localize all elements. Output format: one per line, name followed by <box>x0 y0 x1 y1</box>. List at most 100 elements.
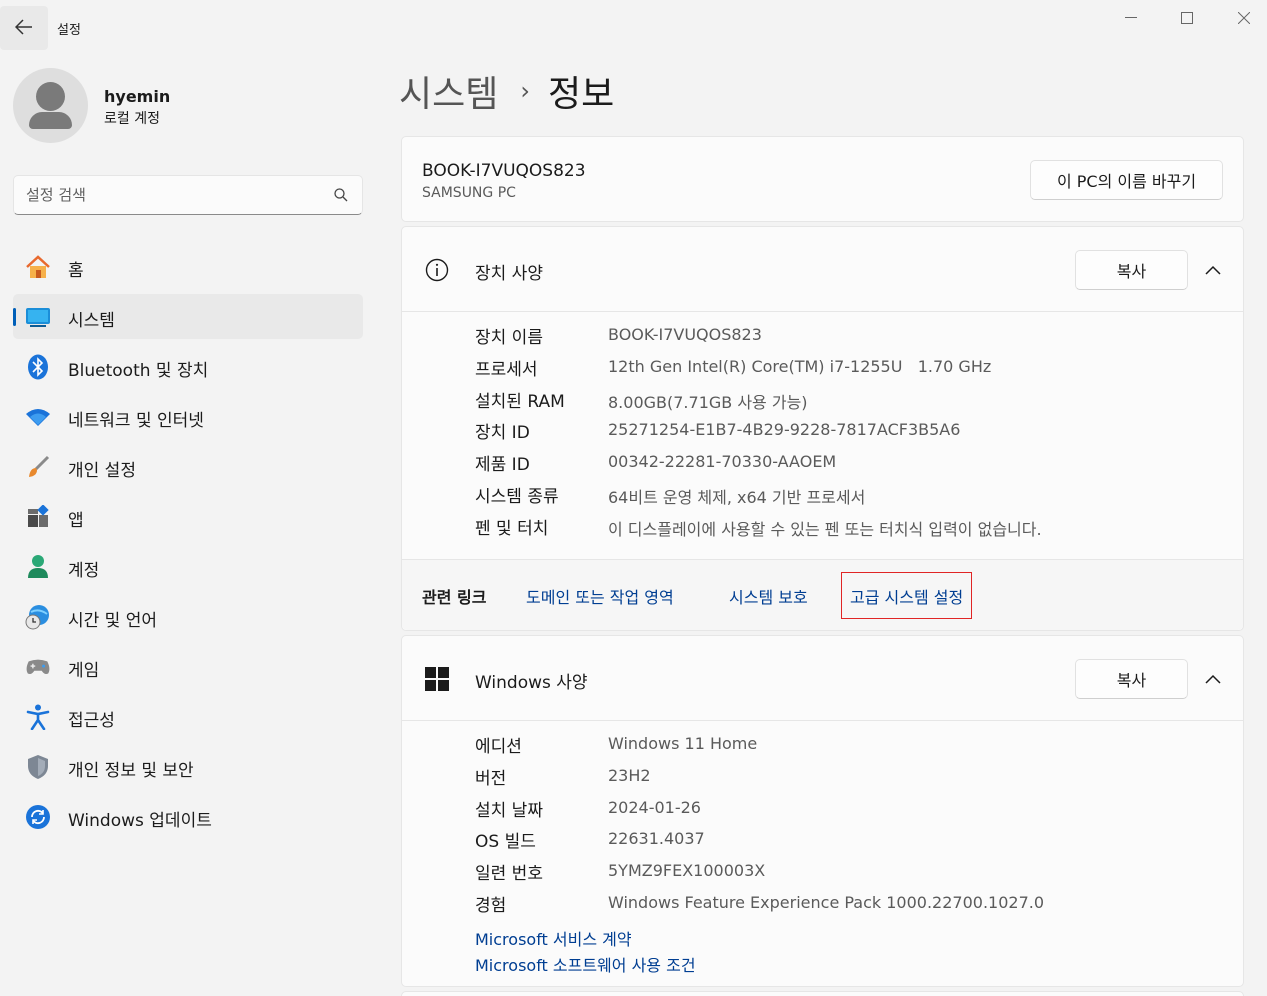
spec-row: 설치 날짜 2024-01-26 <box>475 796 1235 828</box>
spec-label: 시스템 종류 <box>475 486 559 507</box>
sidebar-item-label: Windows 업데이트 <box>68 811 212 831</box>
bluetooth-icon <box>25 354 51 380</box>
spec-row: 설치된 RAM 8.00GB(7.71GB 사용 가능) <box>475 387 1235 419</box>
minimize-button[interactable] <box>1108 6 1154 30</box>
app-title: 설정 <box>57 23 81 38</box>
spec-label: 장치 이름 <box>475 328 543 348</box>
maximize-button[interactable] <box>1164 6 1210 30</box>
globe-clock-icon <box>25 604 51 630</box>
search-box[interactable] <box>13 175 363 215</box>
breadcrumb: 시스템 › 정보 <box>399 66 614 116</box>
spec-row: 경험 Windows Feature Experience Pack 1000.… <box>475 891 1235 923</box>
spec-value: 5YMZ9FEX100003X <box>608 861 766 881</box>
breadcrumb-separator: › <box>520 77 530 105</box>
spec-row: OS 빌드 22631.4037 <box>475 827 1235 859</box>
update-icon <box>25 804 51 830</box>
spec-row: 프로세서 12th Gen Intel(R) Core(TM) i7-1255U… <box>475 355 1235 387</box>
system-protection-link[interactable]: 시스템 보호 <box>729 584 808 608</box>
spec-label: 버전 <box>475 768 507 789</box>
related-links-label: 관련 링크 <box>422 588 487 607</box>
spec-label: 프로세서 <box>475 359 538 380</box>
spec-row: 장치 이름 BOOK-I7VUQOS823 <box>475 323 1235 355</box>
pc-model: SAMSUNG PC <box>422 185 516 201</box>
avatar[interactable] <box>13 68 88 143</box>
system-monitor-icon <box>25 304 51 330</box>
sidebar-item-home[interactable]: 홈 <box>13 244 363 289</box>
spec-row: 에디션 Windows 11 Home <box>475 732 1235 764</box>
device-specs-list: 장치 이름 BOOK-I7VUQOS823 프로세서 12th Gen Inte… <box>475 323 1235 546</box>
spec-value: 8.00GB(7.71GB 사용 가능) <box>608 392 808 412</box>
spec-value: 25271254-E1B7-4B29-9228-7817ACF3B5A6 <box>608 420 961 440</box>
windows-specs-header[interactable]: Windows 사양 복사 <box>402 636 1243 721</box>
sidebar-item-privacy-security[interactable]: 개인 정보 및 보안 <box>13 744 363 789</box>
back-button[interactable] <box>0 6 48 50</box>
sidebar-item-bluetooth[interactable]: Bluetooth 및 장치 <box>13 344 363 389</box>
close-icon <box>1238 12 1250 24</box>
chevron-up-icon[interactable] <box>1202 669 1224 689</box>
shield-icon <box>25 754 51 780</box>
chevron-up-icon[interactable] <box>1202 260 1224 280</box>
apps-icon <box>25 504 51 530</box>
microsoft-software-license-link[interactable]: Microsoft 소프트웨어 사용 조건 <box>475 952 696 976</box>
spec-value: 00342-22281-70330-AAOEM <box>608 452 837 472</box>
sidebar-item-accounts[interactable]: 계정 <box>13 544 363 589</box>
section-title: Windows 사양 <box>475 673 588 693</box>
sidebar-item-windows-update[interactable]: Windows 업데이트 <box>13 794 363 839</box>
spec-row: 제품 ID 00342-22281-70330-AAOEM <box>475 450 1235 482</box>
spec-row: 시스템 종류 64비트 운영 체제, x64 기반 프로세서 <box>475 482 1235 514</box>
rename-pc-button[interactable]: 이 PC의 이름 바꾸기 <box>1030 160 1223 200</box>
spec-label: 에디션 <box>475 737 522 757</box>
maximize-icon <box>1181 12 1193 24</box>
sidebar-item-label: 게임 <box>68 661 100 681</box>
info-icon <box>425 258 449 282</box>
search-icon[interactable] <box>334 188 348 202</box>
wifi-icon <box>25 404 51 430</box>
breadcrumb-parent[interactable]: 시스템 <box>399 65 498 117</box>
arrow-left-icon <box>14 16 33 40</box>
sidebar-item-gaming[interactable]: 게임 <box>13 644 363 689</box>
spec-row: 장치 ID 25271254-E1B7-4B29-9228-7817ACF3B5… <box>475 418 1235 450</box>
user-name: hyemin <box>104 87 171 106</box>
title-bar: 설정 <box>0 0 1267 50</box>
avatar-head <box>36 82 65 111</box>
spec-value: BOOK-I7VUQOS823 <box>608 325 762 344</box>
spec-label: 설치 날짜 <box>475 800 543 821</box>
home-icon <box>25 254 51 280</box>
advanced-system-settings-link[interactable]: 고급 시스템 설정 <box>841 572 973 619</box>
spec-label: 장치 ID <box>475 423 530 444</box>
sidebar-item-label: 홈 <box>68 261 84 281</box>
sidebar-item-personalization[interactable]: 개인 설정 <box>13 444 363 489</box>
sidebar-item-system[interactable]: 시스템 <box>13 294 363 339</box>
page-title: 정보 <box>547 74 615 115</box>
device-specs-header[interactable]: 장치 사양 복사 <box>402 227 1243 312</box>
spec-row: 펜 및 터치 이 디스플레이에 사용할 수 있는 펜 또는 터치식 입력이 없습… <box>475 514 1235 546</box>
microsoft-services-agreement-link[interactable]: Microsoft 서비스 계약 <box>475 926 632 950</box>
sidebar-item-time-language[interactable]: 시간 및 언어 <box>13 594 363 639</box>
pc-name: BOOK-I7VUQOS823 <box>422 161 586 181</box>
copy-device-specs-button[interactable]: 복사 <box>1075 250 1188 290</box>
account-icon <box>25 554 51 580</box>
sidebar-item-label: 개인 설정 <box>68 461 136 481</box>
close-button[interactable] <box>1221 6 1267 30</box>
search-input[interactable] <box>26 184 326 206</box>
domain-workgroup-link[interactable]: 도메인 또는 작업 영역 <box>526 584 674 608</box>
spec-row: 버전 23H2 <box>475 764 1235 796</box>
sidebar-item-accessibility[interactable]: 접근성 <box>13 694 363 739</box>
windows-specs-card: Windows 사양 복사 에디션 Windows 11 Home 버전 23H… <box>401 635 1244 987</box>
spec-value: 22631.4037 <box>608 829 705 849</box>
spec-value: 23H2 <box>608 765 651 785</box>
spec-label: 일련 번호 <box>475 864 543 885</box>
sidebar-item-label: 앱 <box>68 511 84 531</box>
account-type: 로컬 계정 <box>104 111 160 127</box>
sidebar-item-label: 네트워크 및 인터넷 <box>68 411 204 431</box>
sidebar-item-label: Bluetooth 및 장치 <box>68 361 209 381</box>
spec-value: 64비트 운영 체제, x64 기반 프로세서 <box>608 487 866 507</box>
sidebar-item-network[interactable]: 네트워크 및 인터넷 <box>13 394 363 439</box>
accessibility-icon <box>25 704 51 730</box>
windows-logo-icon <box>425 667 449 691</box>
copy-windows-specs-button[interactable]: 복사 <box>1075 659 1188 699</box>
sidebar-item-apps[interactable]: 앱 <box>13 494 363 539</box>
section-title: 장치 사양 <box>475 264 543 284</box>
spec-value: 12th Gen Intel(R) Core(TM) i7-1255U 1.70… <box>608 356 992 376</box>
spec-row: 일련 번호 5YMZ9FEX100003X <box>475 859 1235 891</box>
